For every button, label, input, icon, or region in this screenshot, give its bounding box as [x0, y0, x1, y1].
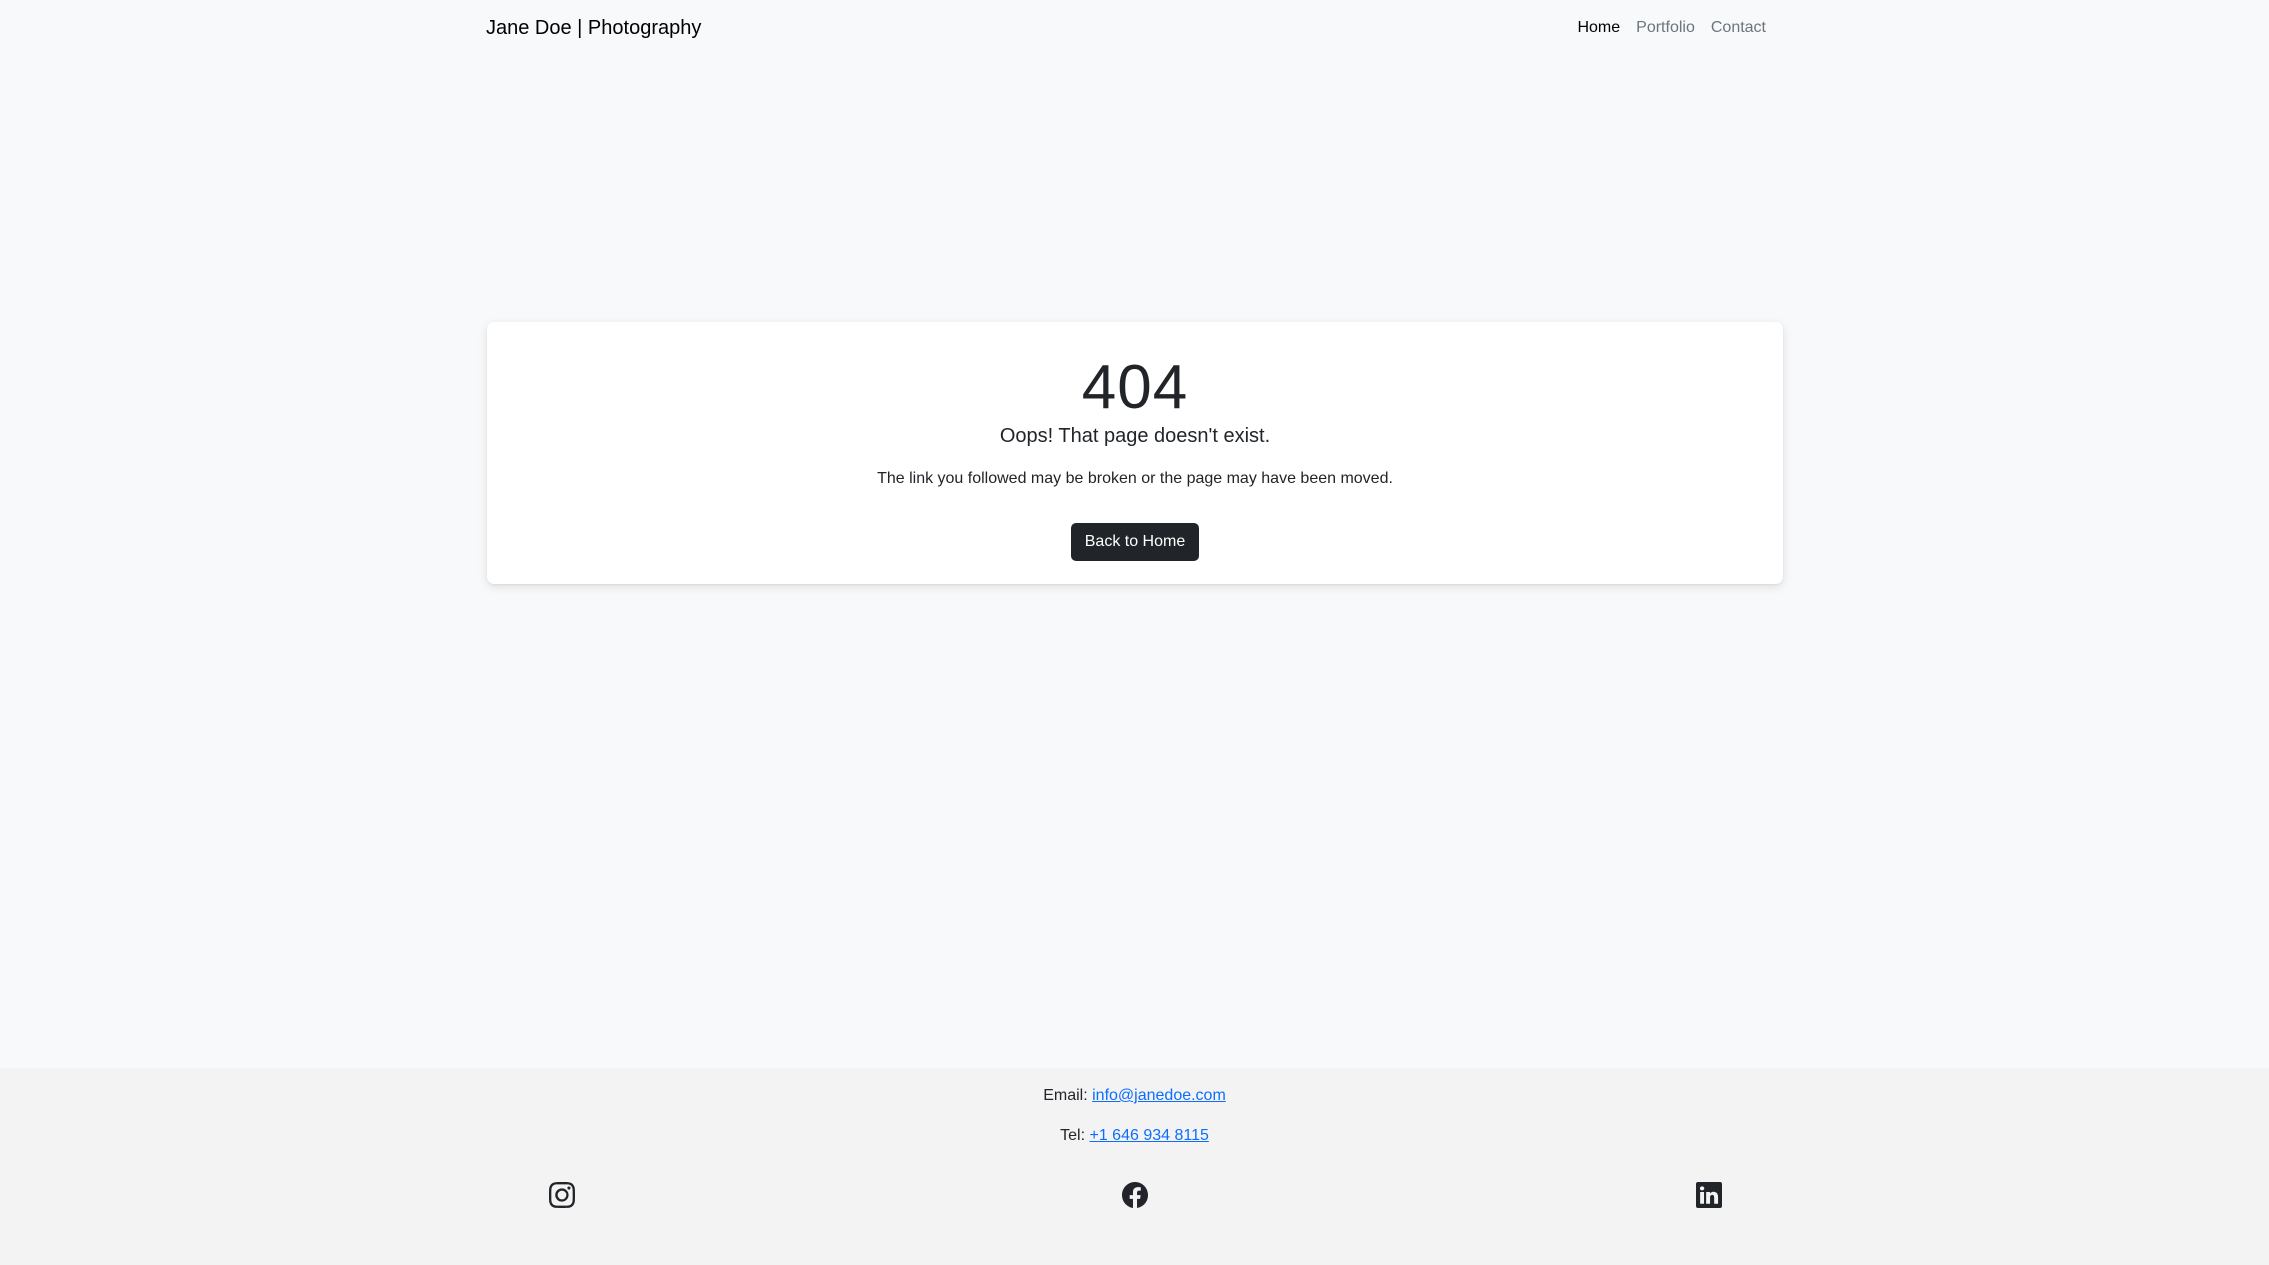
- instagram-icon[interactable]: [549, 1182, 575, 1208]
- tel-label: Tel:: [1060, 1127, 1086, 1144]
- brand-link[interactable]: Jane Doe | Photography: [486, 14, 701, 42]
- tel-line: Tel: +1 646 934 8115: [0, 1124, 2269, 1148]
- navbar: Jane Doe | Photography Home Portfolio Co…: [0, 0, 2269, 57]
- facebook-icon[interactable]: [1122, 1182, 1148, 1208]
- error-description: The link you followed may be broken or t…: [877, 470, 1393, 487]
- email-line: Email: info@janedoe.com: [0, 1084, 2269, 1108]
- main-nav: Home Portfolio Contact: [1569, 16, 1774, 40]
- nav-link-home[interactable]: Home: [1569, 16, 1628, 40]
- error-card: 404 Oops! That page doesn't exist. The l…: [487, 322, 1783, 584]
- linkedin-icon[interactable]: [1696, 1182, 1722, 1208]
- email-label: Email:: [1043, 1087, 1088, 1104]
- nav-link-contact[interactable]: Contact: [1703, 16, 1774, 40]
- email-link[interactable]: info@janedoe.com: [1092, 1087, 1226, 1104]
- footer: Email: info@janedoe.com Tel: +1 646 934 …: [0, 1068, 2269, 1265]
- back-to-home-button[interactable]: Back to Home: [1071, 523, 1199, 561]
- error-code: 404: [1081, 353, 1189, 422]
- tel-link[interactable]: +1 646 934 8115: [1089, 1127, 1208, 1144]
- nav-link-portfolio[interactable]: Portfolio: [1628, 16, 1703, 40]
- error-title: Oops! That page doesn't exist.: [999, 425, 1271, 447]
